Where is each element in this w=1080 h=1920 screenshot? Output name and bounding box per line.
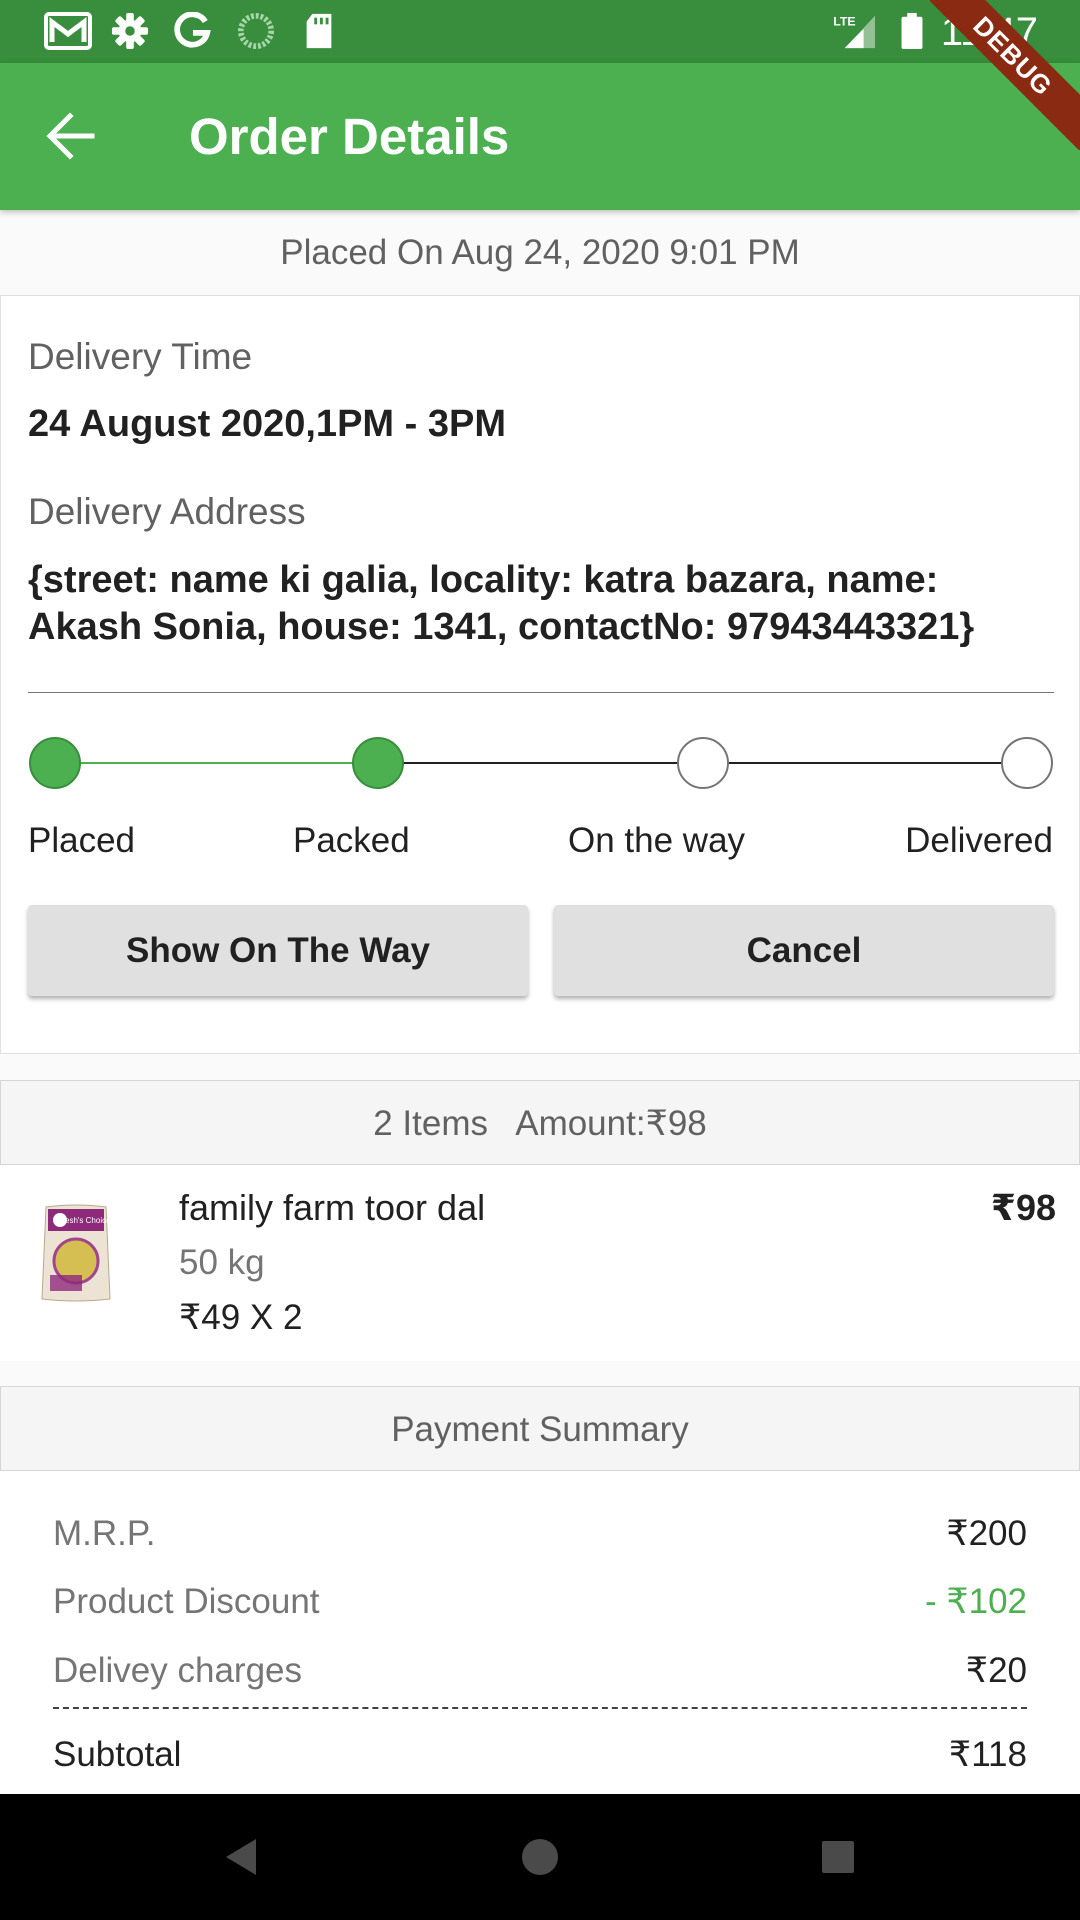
- item-name: family farm toor dal: [179, 1187, 486, 1228]
- order-card: Delivery Time 24 August 2020,1PM - 3PM D…: [0, 295, 1080, 1054]
- delivery-charges-label: Delivey charges: [53, 1651, 302, 1690]
- delivery-charges-value: ₹20: [965, 1651, 1027, 1690]
- placed-on-text: Placed On Aug 24, 2020 9:01 PM: [280, 233, 800, 272]
- mrp-value: ₹200: [946, 1514, 1027, 1553]
- gmail-icon: [44, 12, 92, 50]
- sd-card-icon: [306, 13, 332, 49]
- subtotal-row: Subtotal ₹118: [53, 1735, 1027, 1780]
- item-quantity: 50 kg: [179, 1243, 265, 1282]
- discount-label: Product Discount: [53, 1582, 320, 1621]
- battery-icon: [901, 12, 923, 50]
- signal-icon: LTE: [833, 14, 875, 49]
- subtotal-label: Subtotal: [53, 1735, 182, 1774]
- back-triangle-icon[interactable]: [212, 1827, 272, 1887]
- product-image: Fresh's Choice: [41, 1204, 111, 1302]
- svg-text:LTE: LTE: [833, 14, 855, 28]
- mrp-label: M.R.P.: [53, 1514, 156, 1553]
- divider: [28, 692, 1054, 693]
- discount-row: Product Discount - ₹102: [53, 1582, 1027, 1627]
- delivery-charges-row: Delivey charges ₹20: [53, 1651, 1027, 1696]
- cancel-button[interactable]: Cancel: [554, 905, 1054, 996]
- settings-gear-icon: [111, 12, 149, 50]
- delivery-address-label: Delivery Address: [28, 491, 306, 532]
- dashed-divider: [53, 1707, 1027, 1709]
- delivery-time-value: 24 August 2020,1PM - 3PM: [28, 403, 506, 445]
- item-total-price: ₹98: [990, 1187, 1056, 1228]
- google-g-icon: [174, 12, 211, 48]
- item-unit-price: ₹49 X 2: [179, 1298, 303, 1337]
- clock: 11:47: [940, 10, 1038, 54]
- payment-summary: M.R.P. ₹200 Product Discount - ₹102 Deli…: [0, 1471, 1080, 1794]
- step-label-placed: Placed: [28, 821, 136, 860]
- arrow-back-icon[interactable]: [34, 104, 114, 168]
- mrp-row: M.R.P. ₹200: [53, 1514, 1027, 1559]
- payment-summary-header: Payment Summary: [0, 1386, 1080, 1471]
- step-dot-on-the-way: [677, 737, 729, 789]
- delivery-time-label: Delivery Time: [28, 336, 253, 377]
- order-progress-tracker: [29, 737, 1053, 789]
- discount-value: - ₹102: [924, 1582, 1027, 1621]
- status-bar: LTE 11:47: [0, 0, 1080, 63]
- step-label-delivered: Delivered: [905, 821, 1053, 860]
- home-circle-icon[interactable]: [510, 1827, 570, 1887]
- svg-text:Fresh's Choice: Fresh's Choice: [57, 1216, 111, 1225]
- app-bar: Order Details: [0, 63, 1080, 210]
- page-title: Order Details: [189, 108, 510, 165]
- list-item[interactable]: Fresh's Choice family farm toor dal 50 k…: [0, 1165, 1080, 1361]
- step-dot-placed: [29, 737, 81, 789]
- recents-square-icon[interactable]: [808, 1827, 868, 1887]
- system-nav-bar: [0, 1794, 1080, 1920]
- step-dot-delivered: [1001, 737, 1053, 789]
- step-label-packed: Packed: [293, 821, 410, 860]
- show-on-the-way-button[interactable]: Show On The Way: [28, 905, 528, 996]
- items-summary-header: 2 Items Amount:₹98: [0, 1080, 1080, 1165]
- step-label-on-the-way: On the way: [568, 821, 746, 860]
- step-dot-packed: [352, 737, 404, 789]
- subtotal-value: ₹118: [948, 1735, 1027, 1774]
- delivery-address-value: {street: name ki galia, locality: katra …: [28, 559, 975, 648]
- sync-progress-icon: [237, 12, 275, 50]
